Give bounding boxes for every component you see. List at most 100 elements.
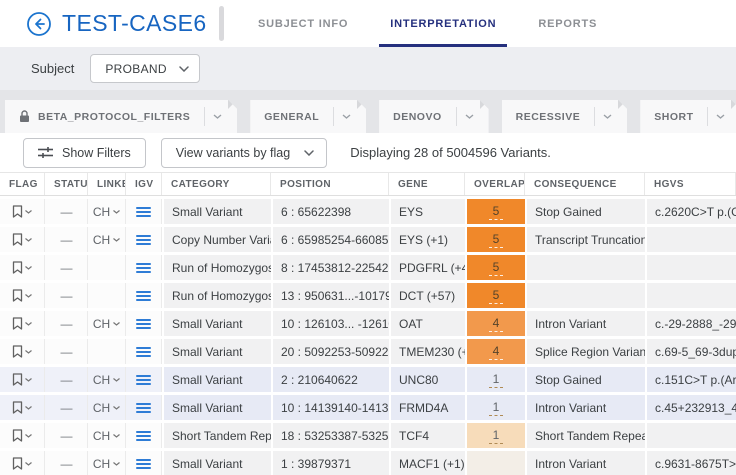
chevron-down-icon	[25, 294, 32, 298]
column-header-category[interactable]: CATEGORY	[162, 173, 271, 195]
hgvs-cell: c.45+232913_4...	[645, 395, 736, 420]
linked-button[interactable]: CH	[93, 457, 120, 471]
gene-cell: OAT	[389, 311, 465, 336]
linked-button[interactable]: CH	[93, 317, 120, 331]
igv-link-icon[interactable]	[136, 319, 151, 329]
chevron-down-icon	[213, 114, 222, 119]
overlap-cell[interactable]: 1	[465, 395, 525, 420]
linked-button[interactable]: CH	[93, 429, 120, 443]
igv-link-icon[interactable]	[136, 263, 151, 273]
table-row[interactable]: — CH Short Tandem Repe... 18 : 53253387-…	[0, 423, 736, 448]
table-row[interactable]: — CH Small Variant 2 : 210640622 UNC80 1…	[0, 367, 736, 392]
igv-link-icon[interactable]	[136, 403, 151, 413]
filter-tab-beta-protocol-filters[interactable]: BETA_PROTOCOL_FILTERS	[5, 100, 237, 133]
linked-button[interactable]: CH	[93, 233, 120, 247]
tab-reports[interactable]: REPORTS	[517, 0, 618, 47]
column-header-flag[interactable]: FLAG	[0, 173, 45, 195]
flag-button[interactable]	[12, 261, 32, 274]
filter-tab-menu-button[interactable]	[456, 107, 483, 126]
filter-tab-label: RECESSIVE	[502, 111, 595, 123]
filter-tab-recessive[interactable]: RECESSIVE	[502, 100, 628, 133]
linked-value: CH	[93, 233, 110, 247]
igv-cell	[126, 227, 162, 252]
overlap-cell[interactable]: 5	[465, 255, 525, 280]
chevron-down-icon	[25, 210, 32, 214]
table-row[interactable]: — CH Small Variant 6 : 65622398 EYS 5 St…	[0, 199, 736, 224]
flag-button[interactable]	[12, 373, 32, 386]
table-row[interactable]: — CH Copy Number Variant 6 : 65985254-66…	[0, 227, 736, 252]
consequence-primary: Intron Variant	[535, 401, 606, 415]
hgvs-cell	[645, 227, 736, 252]
table-row[interactable]: — Small Variant 20 : 5092253-5092254 TME…	[0, 339, 736, 364]
divider-handle[interactable]	[219, 6, 224, 41]
table-row[interactable]: — Run of Homozygosity 8 : 17453812-22542…	[0, 255, 736, 280]
table-row[interactable]: — CH Small Variant 10 : 14139140-1413914…	[0, 395, 736, 420]
column-header-status[interactable]: STATUS	[45, 173, 88, 195]
status-cell: —	[45, 255, 88, 280]
flag-button[interactable]	[12, 457, 32, 470]
filter-tab-menu-button[interactable]	[333, 107, 360, 126]
overlap-cell[interactable]: 4	[465, 311, 525, 336]
igv-link-icon[interactable]	[136, 291, 151, 301]
overlap-cell[interactable]: 1	[465, 367, 525, 392]
igv-link-icon[interactable]	[136, 347, 151, 357]
filter-tab-menu-button[interactable]	[204, 107, 231, 126]
column-header-igv[interactable]: IGV	[126, 173, 162, 195]
filter-tab-denovo[interactable]: DENOVO	[379, 100, 489, 133]
overlap-cell[interactable]: 4	[465, 339, 525, 364]
subject-select[interactable]: PROBAND	[90, 54, 199, 83]
table-row[interactable]: — Run of Homozygosity 13 : 950631...-101…	[0, 283, 736, 308]
column-header-overlap[interactable]: OVERLAP	[465, 173, 525, 195]
category-cell: Small Variant	[162, 339, 271, 364]
bookmark-flag-icon	[12, 345, 23, 358]
tab-subject-info[interactable]: SUBJECT INFO	[237, 0, 369, 47]
column-header-position[interactable]: POSITION	[271, 173, 389, 195]
hgvs-cell	[645, 283, 736, 308]
filter-tab-short[interactable]: SHORT	[640, 100, 736, 133]
column-header-consequence[interactable]: CONSEQUENCE	[525, 173, 645, 195]
filter-tab-menu-button[interactable]	[594, 107, 621, 126]
igv-link-icon[interactable]	[136, 207, 151, 217]
igv-link-icon[interactable]	[136, 375, 151, 385]
linked-button[interactable]: CH	[93, 373, 120, 387]
overlap-cell[interactable]: 5	[465, 283, 525, 308]
linked-cell: CH	[88, 227, 126, 252]
filter-tab-menu-button[interactable]	[707, 107, 734, 126]
linked-button[interactable]: CH	[93, 205, 120, 219]
flag-button[interactable]	[12, 233, 32, 246]
igv-link-icon[interactable]	[136, 235, 151, 245]
overlap-cell[interactable]: 5	[465, 199, 525, 224]
table-row[interactable]: — CH Small Variant 1 : 39879371 MACF1 (+…	[0, 451, 736, 475]
flag-button[interactable]	[12, 429, 32, 442]
view-variants-select[interactable]: View variants by flag	[161, 138, 327, 168]
flag-button[interactable]	[12, 289, 32, 302]
flag-button[interactable]	[12, 401, 32, 414]
flag-button[interactable]	[12, 317, 32, 330]
position-cell: 20 : 5092253-5092254	[271, 339, 389, 364]
gene-cell: EYS (+1)	[389, 227, 465, 252]
igv-link-icon[interactable]	[136, 459, 151, 469]
igv-link-icon[interactable]	[136, 431, 151, 441]
column-header-linked[interactable]: LINKED	[88, 173, 126, 195]
linked-button[interactable]: CH	[93, 401, 120, 415]
column-header-hgvs[interactable]: HGVS	[645, 173, 736, 195]
back-button[interactable]	[26, 11, 52, 37]
table-row[interactable]: — CH Small Variant 10 : 126103... -12610…	[0, 311, 736, 336]
overlap-cell[interactable]: 1	[465, 423, 525, 448]
column-header-gene[interactable]: GENE	[389, 173, 465, 195]
gene-cell: UNC80	[389, 367, 465, 392]
flag-button[interactable]	[12, 205, 32, 218]
overlap-cell[interactable]	[465, 451, 525, 475]
overlap-cell[interactable]: 5	[465, 227, 525, 252]
chevron-down-icon	[25, 378, 32, 382]
tab-interpretation[interactable]: INTERPRETATION	[369, 0, 517, 47]
show-filters-button[interactable]: Show Filters	[23, 138, 146, 168]
flag-cell	[0, 339, 45, 364]
chevron-down-icon	[25, 238, 32, 242]
consequence-primary: Splice Region Variant	[535, 345, 645, 359]
gene-cell: MACF1 (+1)	[389, 451, 465, 475]
category-cell: Small Variant	[162, 311, 271, 336]
flag-button[interactable]	[12, 345, 32, 358]
chevron-down-icon	[342, 114, 351, 119]
filter-tab-general[interactable]: GENERAL	[250, 100, 366, 133]
